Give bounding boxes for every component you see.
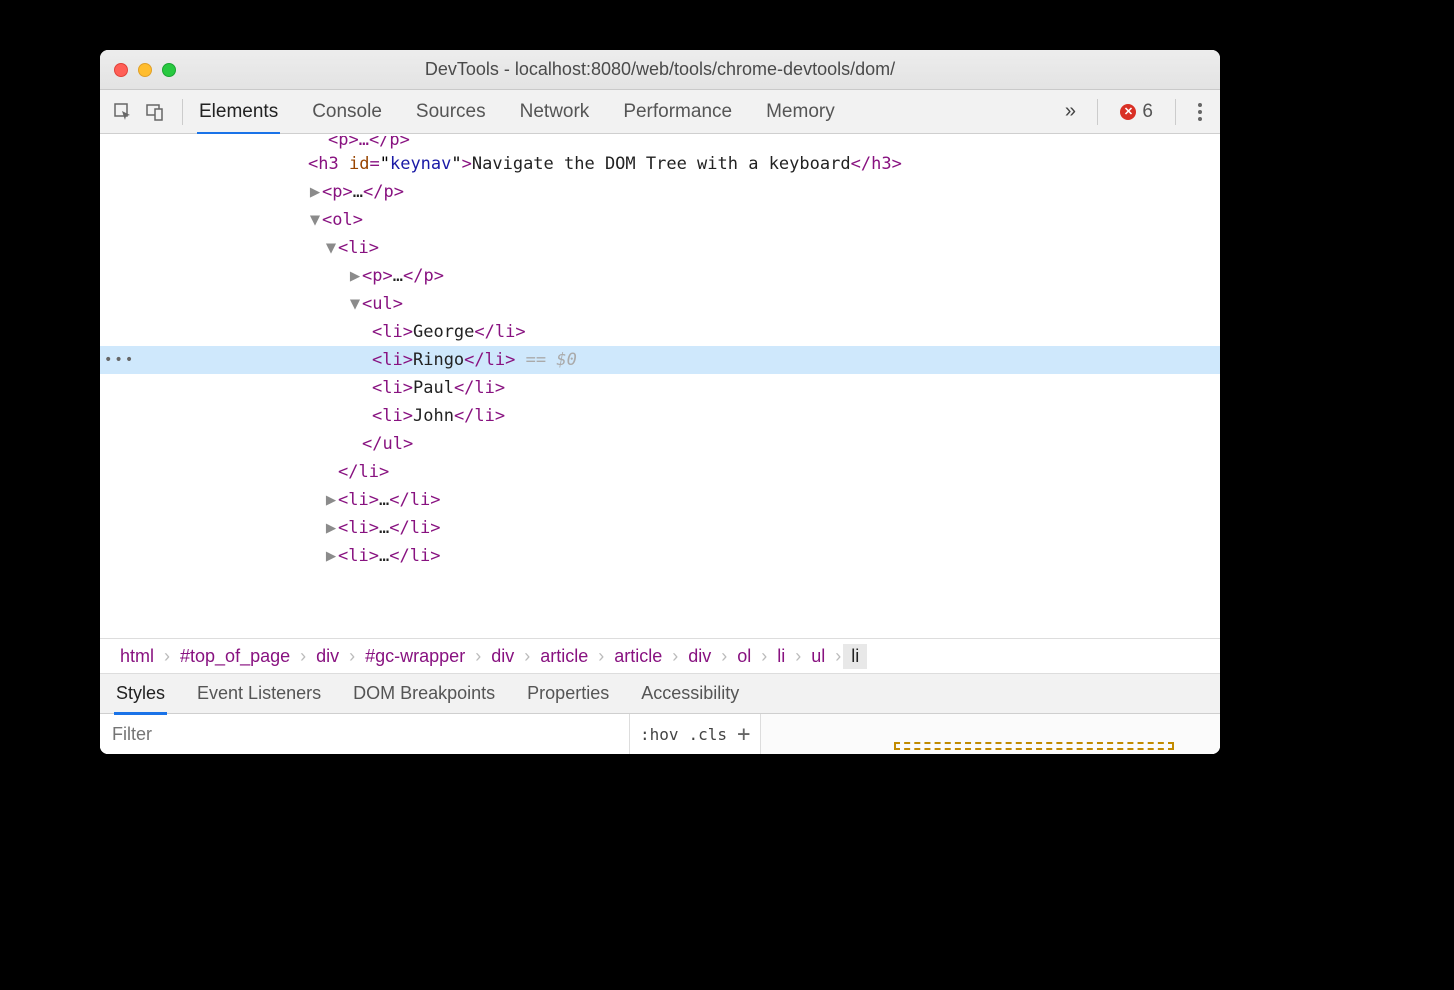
styles-tabs: Styles Event Listeners DOM Breakpoints P… (100, 674, 1220, 714)
crumb-ol[interactable]: ol (729, 644, 759, 669)
tree-row-p-collapsed[interactable]: ▶<p>…</p> (100, 178, 1220, 206)
crumb-ul[interactable]: ul (803, 644, 833, 669)
titlebar: DevTools - localhost:8080/web/tools/chro… (100, 50, 1220, 90)
tree-row-li-collapsed[interactable]: ▶<li>…</li> (100, 514, 1220, 542)
window-title: DevTools - localhost:8080/web/tools/chro… (100, 59, 1220, 80)
tab-styles[interactable]: Styles (114, 675, 167, 712)
styles-filter-row: :hov .cls + (100, 714, 1220, 754)
expand-arrow-icon[interactable]: ▶ (324, 486, 338, 514)
traffic-lights (114, 63, 176, 77)
filter-buttons: :hov .cls + (630, 714, 761, 754)
expand-arrow-icon[interactable]: ▶ (324, 542, 338, 570)
tab-sources[interactable]: Sources (414, 91, 488, 133)
tab-accessibility[interactable]: Accessibility (639, 675, 741, 712)
error-icon: ✕ (1120, 104, 1136, 120)
tab-memory[interactable]: Memory (764, 91, 837, 133)
new-style-rule-icon[interactable]: + (737, 722, 750, 747)
tree-row-li-ringo-selected[interactable]: ••• <li>Ringo</li> == $0 (100, 346, 1220, 374)
tab-properties[interactable]: Properties (525, 675, 611, 712)
error-count: 6 (1142, 101, 1153, 123)
tab-dom-breakpoints[interactable]: DOM Breakpoints (351, 675, 497, 712)
tab-console[interactable]: Console (310, 91, 384, 133)
main-toolbar: Elements Console Sources Network Perform… (100, 90, 1220, 134)
collapse-arrow-icon[interactable]: ▼ (308, 206, 322, 234)
hov-toggle[interactable]: :hov (640, 725, 679, 744)
main-tabs: Elements Console Sources Network Perform… (197, 91, 1051, 133)
breadcrumb-bar: html› #top_of_page› div› #gc-wrapper› di… (100, 638, 1220, 674)
collapse-arrow-icon[interactable]: ▼ (324, 234, 338, 262)
maximize-icon[interactable] (162, 63, 176, 77)
crumb-li-selected[interactable]: li (843, 644, 867, 669)
more-tabs-icon[interactable]: » (1057, 100, 1083, 123)
close-icon[interactable] (114, 63, 128, 77)
expand-arrow-icon[interactable]: ▶ (324, 514, 338, 542)
tab-network[interactable]: Network (518, 91, 592, 133)
tree-row-li-expanded[interactable]: ▼<li> (100, 234, 1220, 262)
toolbar-separator (182, 99, 183, 125)
tree-row-cutoff: <p>…</p> (100, 136, 1220, 150)
tree-row-li-george[interactable]: <li>George</li> (100, 318, 1220, 346)
crumb-div[interactable]: div (680, 644, 719, 669)
selection-hint: == $0 (526, 350, 577, 370)
tree-row-p-collapsed[interactable]: ▶<p>…</p> (100, 262, 1220, 290)
styles-filter-input[interactable] (100, 714, 630, 754)
tree-row-ul-close[interactable]: </ul> (100, 430, 1220, 458)
tree-row-h3[interactable]: <h3 id="keynav">Navigate the DOM Tree wi… (100, 150, 1220, 178)
row-actions-icon[interactable]: ••• (104, 346, 135, 374)
tab-performance[interactable]: Performance (621, 91, 734, 133)
dom-tree-panel[interactable]: <p>…</p> <h3 id="keynav">Navigate the DO… (100, 134, 1220, 638)
inspect-element-icon[interactable] (110, 99, 136, 125)
cls-toggle[interactable]: .cls (689, 725, 728, 744)
crumb-div[interactable]: div (308, 644, 347, 669)
collapse-arrow-icon[interactable]: ▼ (348, 290, 362, 318)
expand-arrow-icon[interactable]: ▶ (348, 262, 362, 290)
expand-arrow-icon[interactable]: ▶ (308, 178, 322, 206)
toolbar-separator (1175, 99, 1176, 125)
tree-row-li-paul[interactable]: <li>Paul</li> (100, 374, 1220, 402)
toolbar-separator (1097, 99, 1098, 125)
tab-elements[interactable]: Elements (197, 91, 280, 133)
crumb-div[interactable]: div (483, 644, 522, 669)
crumb-top-of-page[interactable]: #top_of_page (172, 644, 298, 669)
tab-event-listeners[interactable]: Event Listeners (195, 675, 323, 712)
crumb-li[interactable]: li (769, 644, 793, 669)
tree-row-li-close[interactable]: </li> (100, 458, 1220, 486)
tree-row-li-collapsed[interactable]: ▶<li>…</li> (100, 542, 1220, 570)
box-model-area (761, 714, 1220, 754)
tree-row-ul[interactable]: ▼<ul> (100, 290, 1220, 318)
tree-row-li-collapsed[interactable]: ▶<li>…</li> (100, 486, 1220, 514)
minimize-icon[interactable] (138, 63, 152, 77)
error-counter[interactable]: ✕ 6 (1120, 101, 1153, 123)
tree-row-li-john[interactable]: <li>John</li> (100, 402, 1220, 430)
tree-row-ol[interactable]: ▼<ol> (100, 206, 1220, 234)
crumb-gc-wrapper[interactable]: #gc-wrapper (357, 644, 473, 669)
device-toolbar-icon[interactable] (142, 99, 168, 125)
crumb-html[interactable]: html (112, 644, 162, 669)
crumb-article[interactable]: article (532, 644, 596, 669)
devtools-window: DevTools - localhost:8080/web/tools/chro… (100, 50, 1220, 754)
settings-menu-icon[interactable] (1190, 103, 1210, 121)
crumb-article[interactable]: article (606, 644, 670, 669)
box-model-margin-icon (894, 742, 1174, 750)
